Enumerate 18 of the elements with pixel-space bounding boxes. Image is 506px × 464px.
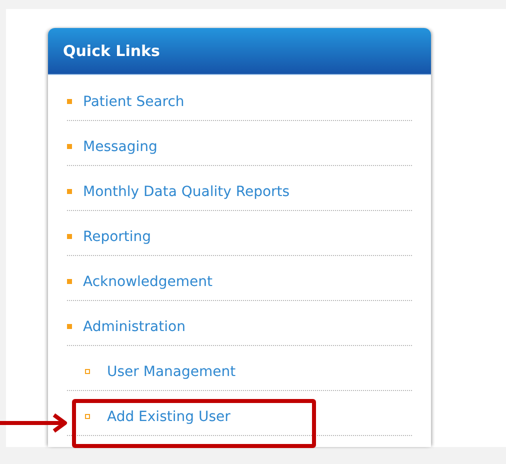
quick-link[interactable]: Reporting xyxy=(83,229,152,245)
quick-link[interactable]: User Management xyxy=(107,364,236,380)
bullet-icon xyxy=(67,324,72,328)
bullet-icon xyxy=(67,188,72,194)
quick-link[interactable]: Patient Search xyxy=(83,94,184,110)
bullet-icon xyxy=(67,278,72,284)
bullet-icon xyxy=(85,368,90,374)
quick-link[interactable]: Acknowledgement xyxy=(83,274,213,290)
bullet-icon xyxy=(85,414,90,418)
quick-link[interactable]: Add Existing User xyxy=(107,409,230,425)
arrow xyxy=(0,413,70,433)
quick-link[interactable]: Messaging xyxy=(83,139,158,155)
bullet-icon xyxy=(67,144,72,148)
bullet-icon xyxy=(67,98,72,104)
bullet-icon xyxy=(67,234,72,238)
quick-link[interactable]: Monthly Data Quality Reports xyxy=(83,184,290,200)
panel-title: Quick Links xyxy=(63,42,160,60)
quick-link[interactable]: Administration xyxy=(83,319,186,335)
